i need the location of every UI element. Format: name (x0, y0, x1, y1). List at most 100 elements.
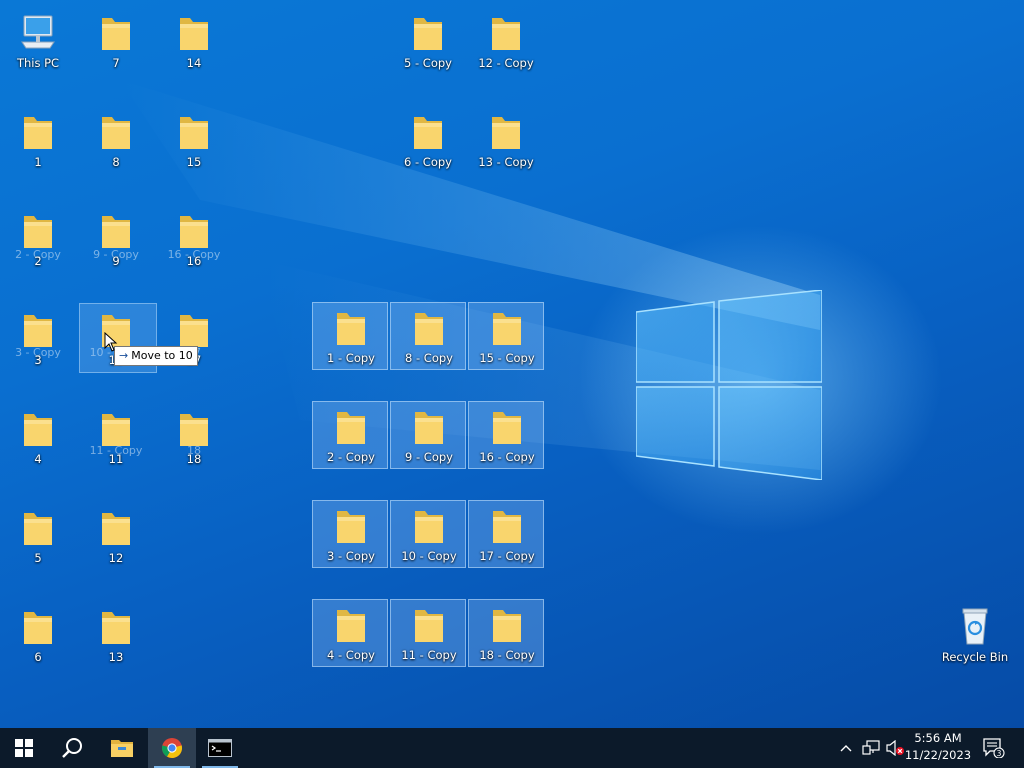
icon-label: This PC (16, 56, 60, 70)
icon-label: 18 (186, 452, 202, 466)
folder-3-copy[interactable]: 3 - Copy (312, 500, 388, 568)
icon-label: 13 - Copy (478, 155, 534, 169)
icon-label: 1 - Copy (327, 351, 375, 365)
action-center-button[interactable]: 3 (978, 728, 1010, 768)
folder-11[interactable]: 11 (78, 404, 154, 472)
folder-18-copy[interactable]: 18 - Copy (468, 599, 544, 667)
icon-label: 8 (112, 155, 120, 169)
folder-9-copy[interactable]: 9 - Copy (390, 401, 466, 469)
chevron-up-icon (840, 745, 852, 752)
icon-label: 10 - Copy (401, 549, 457, 563)
folder-12-copy[interactable]: 12 - Copy (468, 8, 544, 76)
folder-4-copy[interactable]: 4 - Copy (312, 599, 388, 667)
network-icon (862, 740, 880, 755)
folder-12[interactable]: 12 (78, 503, 154, 571)
folder-3[interactable]: 3 (0, 305, 76, 373)
icon-label: 11 (108, 452, 124, 466)
folder-7[interactable]: 7 (78, 8, 154, 76)
folder-icon (415, 412, 443, 444)
computer-icon (21, 15, 55, 49)
folder-icon (337, 412, 365, 444)
folder-icon (24, 117, 52, 149)
search-button[interactable] (48, 728, 96, 768)
folder-11-copy[interactable]: 11 - Copy (390, 599, 466, 667)
icon-label: 7 (112, 56, 120, 70)
folder-5-copy[interactable]: 5 - Copy (390, 8, 466, 76)
folder-icon (102, 216, 130, 248)
folder-18[interactable]: 18 (156, 404, 232, 472)
folder-9[interactable]: 9 (78, 206, 154, 274)
icon-label: 16 (186, 254, 202, 268)
folder-17-copy[interactable]: 17 - Copy (468, 500, 544, 568)
folder-10-copy[interactable]: 10 - Copy (390, 500, 466, 568)
folder-5[interactable]: 5 (0, 503, 76, 571)
taskbar: 5:56 AM 11/22/2023 3 (0, 728, 1024, 768)
chrome-icon (161, 738, 183, 759)
folder-icon (180, 414, 208, 446)
icon-label: 9 - Copy (405, 450, 453, 464)
clock-date: 11/22/2023 (904, 748, 972, 762)
icon-label: 6 (34, 650, 42, 664)
folder-icon (414, 117, 442, 149)
file-explorer-button[interactable] (98, 728, 146, 768)
icon-label: 5 - Copy (404, 56, 452, 70)
desktop-icon-recycle-bin[interactable]: Recycle Bin (937, 602, 1013, 670)
network-button[interactable] (860, 728, 882, 768)
command-prompt-taskbar-button[interactable] (196, 728, 244, 768)
folder-icon (337, 610, 365, 642)
folder-icon (415, 511, 443, 543)
icon-label: 18 - Copy (479, 648, 535, 662)
icon-label: 4 (34, 452, 42, 466)
file-explorer-icon (111, 740, 133, 757)
folder-8-copy[interactable]: 8 - Copy (390, 302, 466, 370)
folder-16[interactable]: 16 (156, 206, 232, 274)
folder-2[interactable]: 2 (0, 206, 76, 274)
chrome-taskbar-button[interactable] (148, 728, 196, 768)
folder-icon (102, 612, 130, 644)
clock-time: 5:56 AM (914, 731, 962, 745)
folder-icon (492, 117, 520, 149)
notification-count: 3 (997, 749, 1002, 758)
drag-tooltip-text: Move to 10 (131, 349, 193, 362)
folder-icon (492, 18, 520, 50)
folder-1-copy[interactable]: 1 - Copy (312, 302, 388, 370)
desktop-icon-this-pc[interactable]: This PC (0, 8, 76, 76)
folder-13[interactable]: 13 (78, 602, 154, 670)
folder-16-copy[interactable]: 16 - Copy (468, 401, 544, 469)
taskbar-clock[interactable]: 5:56 AM 11/22/2023 (902, 730, 974, 766)
icon-label: Recycle Bin (941, 650, 1009, 664)
folder-icon (337, 511, 365, 543)
windows-logo-icon (15, 739, 33, 757)
icon-label: 2 - Copy (327, 450, 375, 464)
folder-6-copy[interactable]: 6 - Copy (390, 107, 466, 175)
start-button[interactable] (0, 728, 48, 768)
folder-2-copy[interactable]: 2 - Copy (312, 401, 388, 469)
folder-8[interactable]: 8 (78, 107, 154, 175)
show-hidden-icons-button[interactable] (836, 728, 856, 768)
folder-icon (493, 511, 521, 543)
notification-icon: 3 (983, 738, 1005, 758)
folder-6[interactable]: 6 (0, 602, 76, 670)
folder-4[interactable]: 4 (0, 404, 76, 472)
folder-icon (337, 313, 365, 345)
icon-label: 13 (108, 650, 124, 664)
folder-14[interactable]: 14 (156, 8, 232, 76)
folder-icon (24, 612, 52, 644)
folder-icon (102, 18, 130, 50)
icon-label: 15 - Copy (479, 351, 535, 365)
icon-label: 17 - Copy (479, 549, 535, 563)
folder-1[interactable]: 1 (0, 107, 76, 175)
icon-label: 9 (112, 254, 120, 268)
drag-tooltip: → Move to 10 (114, 346, 198, 366)
folder-15[interactable]: 15 (156, 107, 232, 175)
recycle-bin-icon (962, 608, 988, 645)
icon-label: 4 - Copy (327, 648, 375, 662)
desktop[interactable]: 2 - Copy 9 - Copy 16 - Copy 3 - Copy 10 … (0, 0, 1024, 728)
folder-15-copy[interactable]: 15 - Copy (468, 302, 544, 370)
icon-label: 3 (34, 353, 42, 367)
folder-icon (180, 117, 208, 149)
folder-13-copy[interactable]: 13 - Copy (468, 107, 544, 175)
folder-icon (24, 513, 52, 545)
folder-icon (180, 18, 208, 50)
icon-label: 8 - Copy (405, 351, 453, 365)
